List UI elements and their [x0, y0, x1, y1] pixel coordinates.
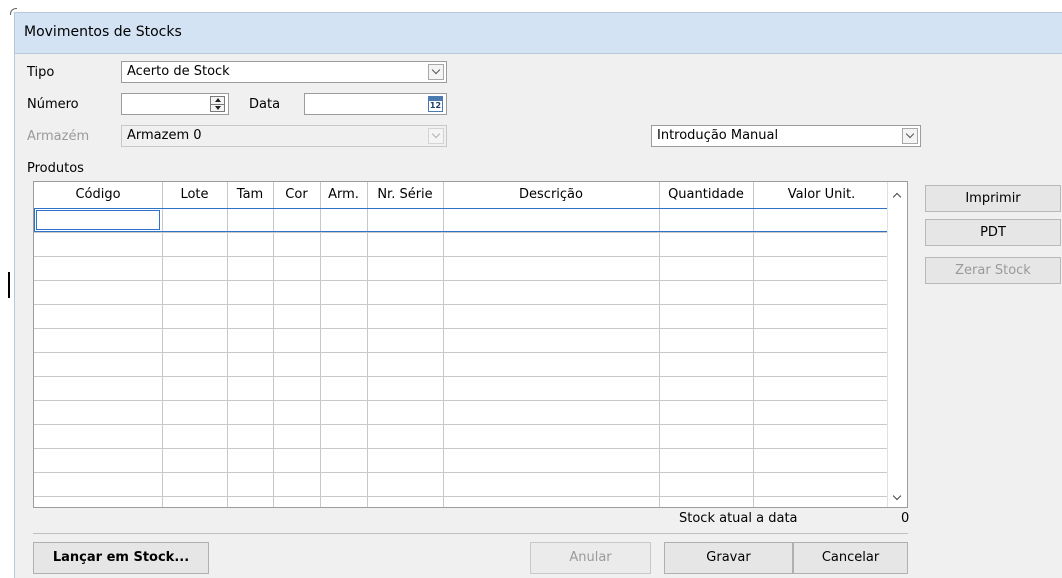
numero-spinner[interactable]	[210, 96, 225, 112]
tipo-dropdown-button[interactable]	[428, 64, 444, 80]
stock-movements-window: Movimentos de Stocks Tipo Acerto de Stoc…	[14, 12, 1062, 578]
chevron-down-icon	[431, 129, 441, 139]
grid-header: Código Lote Tam Cor Arm. Nr. Série Descr…	[34, 182, 907, 209]
grid-row-line	[34, 352, 890, 353]
grid-row-line	[34, 280, 890, 281]
grid-row-line	[34, 496, 890, 497]
chevron-down-icon	[905, 129, 915, 139]
arrow-down-icon	[215, 106, 221, 110]
column-header-descricao[interactable]: Descrição	[443, 187, 659, 202]
tipo-label: Tipo	[27, 65, 55, 80]
current-row[interactable]	[34, 208, 890, 232]
calendar-icon[interactable]: 12	[428, 96, 443, 112]
grid-row-line	[34, 232, 890, 233]
products-section-label: Produtos	[27, 161, 84, 176]
chevron-down-icon	[431, 65, 441, 75]
numero-label: Número	[27, 97, 79, 112]
data-label: Data	[249, 97, 281, 112]
window-title: Movimentos de Stocks	[24, 24, 182, 40]
imprimir-button[interactable]: Imprimir	[925, 185, 1061, 212]
grid-scrollbar[interactable]	[887, 182, 907, 507]
grid-row-line	[34, 304, 890, 305]
armazem-dropdown-button[interactable]	[428, 128, 444, 144]
current-cell[interactable]	[36, 210, 160, 230]
column-header-lote[interactable]: Lote	[162, 187, 227, 202]
zerar-stock-button[interactable]: Zerar Stock	[925, 257, 1061, 284]
column-header-valor-unit[interactable]: Valor Unit.	[753, 187, 890, 202]
scroll-down-icon[interactable]	[892, 491, 902, 501]
title-bar: Movimentos de Stocks	[15, 13, 1062, 54]
grid-row-line	[34, 400, 890, 401]
armazem-value: Armazem 0	[127, 128, 202, 143]
grid-row-line	[34, 472, 890, 473]
grid-row-line	[34, 328, 890, 329]
separator	[33, 533, 908, 534]
input-mode-dropdown-button[interactable]	[902, 128, 918, 144]
data-input[interactable]: 12	[304, 93, 447, 115]
grid-row-line	[34, 256, 890, 257]
input-mode-select[interactable]: Introdução Manual	[651, 125, 921, 147]
spin-up-button[interactable]	[211, 97, 224, 105]
grid-row-line	[34, 376, 890, 377]
cancelar-button[interactable]: Cancelar	[793, 542, 908, 574]
calendar-day: 12	[429, 101, 442, 110]
column-header-quantidade[interactable]: Quantidade	[659, 187, 753, 202]
grid-row-line	[34, 424, 890, 425]
column-header-cor[interactable]: Cor	[273, 187, 320, 202]
armazem-select[interactable]: Armazem 0	[121, 125, 447, 147]
lancar-stock-button[interactable]: Lançar em Stock...	[33, 542, 209, 574]
spin-down-button[interactable]	[211, 105, 224, 112]
grid-row-line	[34, 448, 890, 449]
arrow-up-icon	[215, 98, 221, 102]
stock-date-label: Stock atual a data	[679, 511, 798, 526]
stock-date-value: 0	[901, 511, 910, 526]
pdt-button[interactable]: PDT	[925, 219, 1061, 246]
anular-button[interactable]: Anular	[530, 542, 651, 574]
gravar-button[interactable]: Gravar	[664, 542, 793, 574]
armazem-label: Armazém	[27, 129, 90, 144]
column-header-tam[interactable]: Tam	[227, 187, 273, 202]
numero-input[interactable]	[121, 93, 229, 115]
edge-marker	[8, 272, 10, 298]
column-header-arm[interactable]: Arm.	[320, 187, 367, 202]
tipo-select[interactable]: Acerto de Stock	[121, 61, 447, 83]
tipo-value: Acerto de Stock	[127, 64, 230, 79]
column-header-codigo[interactable]: Código	[34, 187, 162, 202]
input-mode-value: Introdução Manual	[657, 128, 779, 143]
products-grid[interactable]: Código Lote Tam Cor Arm. Nr. Série Descr…	[33, 181, 908, 508]
column-header-nr-serie[interactable]: Nr. Série	[367, 187, 443, 202]
scroll-up-icon[interactable]	[892, 192, 902, 202]
